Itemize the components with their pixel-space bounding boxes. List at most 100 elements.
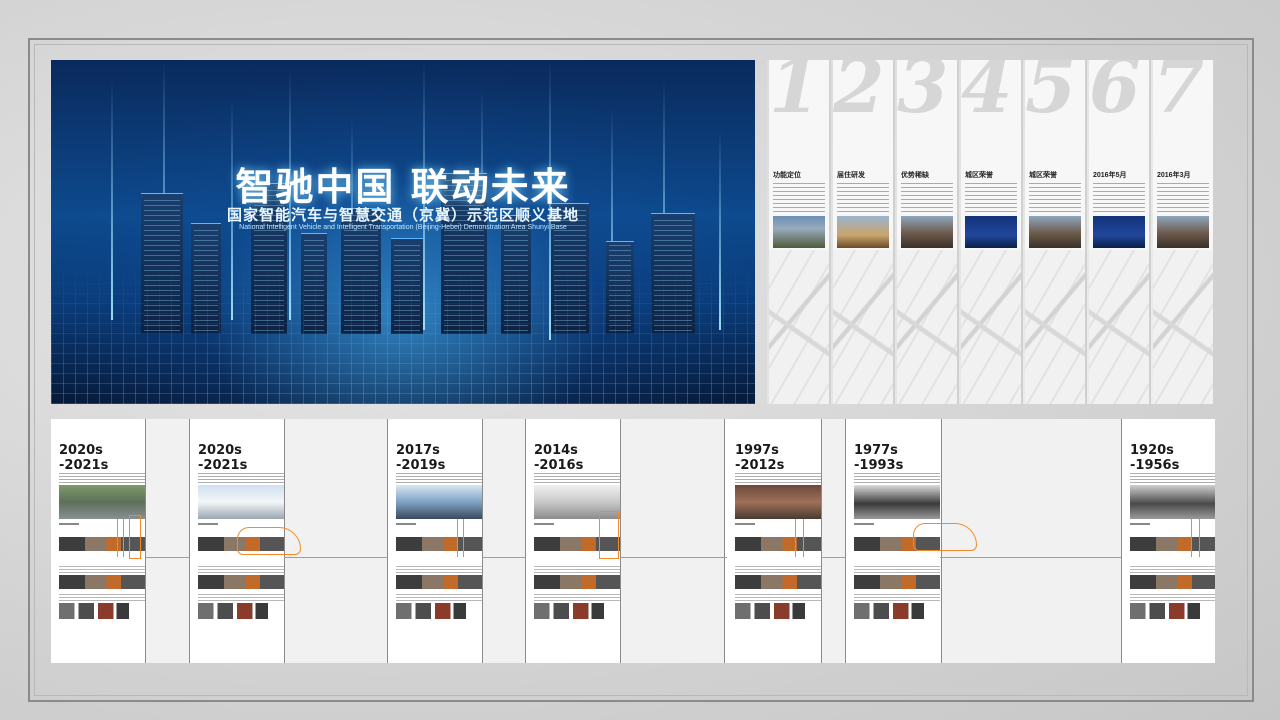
text-block [735, 593, 821, 601]
text-block [854, 593, 940, 601]
thumbnail-row [396, 575, 482, 589]
timeline-card: 2017s -2019s [388, 419, 482, 663]
panel-map [897, 250, 957, 404]
panel-4: 4 城区荣誉 [961, 60, 1023, 404]
gap-panel [145, 419, 189, 663]
thumbnail-row [534, 575, 620, 589]
panel-text [1029, 182, 1081, 212]
panel-3: 3 优势稀缺 [897, 60, 959, 404]
panel-title: 功能定位 [773, 172, 801, 179]
text-block [59, 593, 145, 601]
panel-map [1089, 250, 1149, 404]
panel-map [833, 250, 893, 404]
thumbnail-row [1130, 537, 1215, 551]
thumbnail-row [396, 537, 482, 551]
panel-5: 5 城区荣誉 [1025, 60, 1087, 404]
era-intro [854, 473, 940, 483]
caption-line [198, 523, 218, 525]
era-years: 2020s -2021s [198, 443, 247, 473]
numbered-panels: 1 功能定位 2 届住研发 3 优势稀缺 4 城区荣誉 5 城区荣誉 6 201… [767, 60, 1215, 404]
era-photo [59, 485, 145, 519]
era-intro [59, 473, 145, 483]
mini-photos [59, 603, 129, 619]
panel-title: 城区荣誉 [965, 172, 993, 179]
panel-number: 3 [897, 60, 949, 130]
era-end: -2016s [534, 458, 584, 473]
caption-line [1130, 523, 1150, 525]
panel-text [837, 182, 889, 212]
era-photo [198, 485, 284, 519]
panel-number: 6 [1089, 60, 1141, 130]
panel-number: 5 [1025, 60, 1077, 130]
panel-1: 1 功能定位 [769, 60, 831, 404]
timeline-post [803, 519, 804, 557]
panel-text [901, 182, 953, 212]
thumbnail-row [735, 537, 821, 551]
panel-number: 2 [833, 60, 885, 130]
timeline-post [795, 519, 796, 557]
era-years: 1920s -1956s [1130, 443, 1179, 473]
divider [620, 419, 621, 663]
timeline-card: 1920s -1956s [1122, 419, 1215, 663]
car-outline [913, 523, 977, 551]
panel-photo [965, 216, 1017, 248]
era-years: 1997s -2012s [735, 443, 784, 473]
timeline-post [117, 519, 118, 557]
era-photo [735, 485, 821, 519]
era-end: -2019s [396, 458, 446, 473]
thumbnail-row [735, 575, 821, 589]
panel-title: 2016年3月 [1157, 172, 1191, 179]
era-start: 1920s [1130, 443, 1174, 458]
caption-line [534, 523, 554, 525]
era-start: 2020s [198, 443, 242, 458]
era-end: -2012s [735, 458, 785, 473]
caption-line [854, 523, 874, 525]
divider [821, 419, 822, 663]
panel-title: 城区荣誉 [1029, 172, 1057, 179]
panel-2: 2 届住研发 [833, 60, 895, 404]
era-years: 2020s -2021s [59, 443, 108, 473]
era-end: -2021s [59, 458, 109, 473]
era-intro [735, 473, 821, 483]
panel-photo [1029, 216, 1081, 248]
text-block [1130, 593, 1215, 601]
timeline-post [463, 519, 464, 557]
thumbnail-row [854, 575, 940, 589]
caption-line [59, 523, 79, 525]
hero-subtitle: 国家智能汽车与智慧交通（京冀）示范区顺义基地 [226, 206, 579, 224]
caption-line [396, 523, 416, 525]
panel-text [1157, 182, 1209, 212]
mini-photos [198, 603, 268, 619]
timeline-post [1199, 519, 1200, 557]
timeline-post [123, 519, 124, 557]
text-block [854, 565, 940, 573]
era-end: -2021s [198, 458, 248, 473]
car-outline [237, 527, 301, 555]
era-start: 1977s [854, 443, 898, 458]
era-start: 1997s [735, 443, 779, 458]
panel-number: 7 [1153, 60, 1205, 130]
era-start: 2017s [396, 443, 440, 458]
timeline-card: 1997s -2012s [727, 419, 821, 663]
era-intro [534, 473, 620, 483]
panel-title: 届住研发 [837, 172, 865, 179]
mini-photos [735, 603, 805, 619]
text-block [735, 565, 821, 573]
panel-text [1093, 182, 1145, 212]
panel-text [965, 182, 1017, 212]
era-years: 2017s -2019s [396, 443, 445, 473]
tower-outline [599, 511, 619, 559]
gap-panel [482, 419, 525, 663]
panel-photo [1093, 216, 1145, 248]
era-photo [1130, 485, 1215, 519]
panel-text [773, 182, 825, 212]
tower-outline [129, 515, 141, 559]
text-block [198, 565, 284, 573]
text-block [534, 565, 620, 573]
divider [145, 419, 146, 663]
era-years: 1977s -1993s [854, 443, 903, 473]
panel-7: 7 2016年3月 [1153, 60, 1215, 404]
panel-map [1025, 250, 1085, 404]
panel-map [961, 250, 1021, 404]
panel-photo [901, 216, 953, 248]
